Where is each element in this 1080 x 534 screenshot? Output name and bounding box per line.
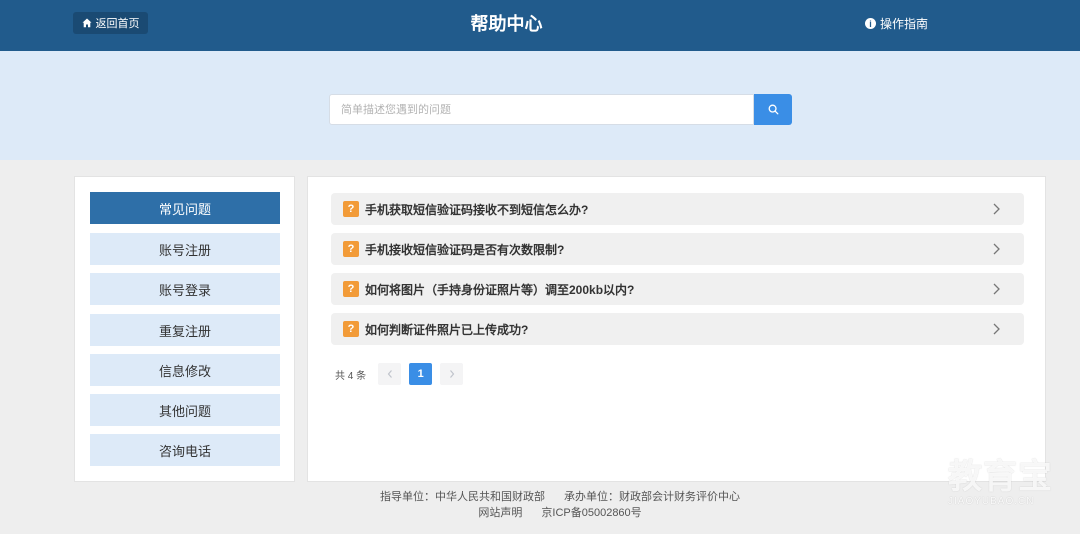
question-icon: ? [343,241,359,257]
faq-item[interactable]: ? 如何判断证件照片已上传成功? [331,313,1024,345]
sidebar-item-duplicate-register[interactable]: 重复注册 [90,314,280,346]
guide-unit-text: 指导单位：中华人民共和国财政部 [379,491,545,503]
faq-question: 如何判断证件照片已上传成功? [365,322,529,337]
faq-question: 手机接收短信验证码是否有次数限制? [365,242,565,257]
watermark-text: 教育宝 [948,458,1053,496]
chevron-right-icon [993,243,1000,255]
prev-page-button[interactable] [378,363,402,385]
faq-panel: ? 手机获取短信验证码接收不到短信怎么办? ? 手机接收短信验证码是否有次数限制… [307,176,1046,482]
search-input[interactable] [329,94,754,125]
chevron-right-icon [993,203,1000,215]
faq-question: 手机获取短信验证码接收不到短信怎么办? [365,202,589,217]
chevron-right-icon [993,323,1000,335]
sidebar-item-faq[interactable]: 常见问题 [90,192,280,224]
chevron-right-icon [449,370,454,378]
sidebar-item-hotline[interactable]: 咨询电话 [90,434,280,466]
question-icon: ? [343,281,359,297]
faq-item[interactable]: ? 手机获取短信验证码接收不到短信怎么办? [331,193,1024,225]
host-unit-text: 承办单位：财政部会计财务评价中心 [564,491,741,503]
search-icon [768,104,778,115]
search-button[interactable] [754,94,792,125]
page-footer: 指导单位：中华人民共和国财政部 承办单位：财政部会计财务评价中心 网站声明 京I… [0,489,1080,521]
sidebar-item-info-modify[interactable]: 信息修改 [90,354,280,386]
total-count: 共 4 条 [335,370,367,382]
icp-number[interactable]: 京ICP备05002860号 [541,507,641,519]
question-icon: ? [343,201,359,217]
sidebar-item-account-register[interactable]: 账号注册 [90,233,280,265]
top-header: 返回首页 帮助中心 i 操作指南 [0,0,1080,51]
operation-guide-link[interactable]: i 操作指南 [865,15,928,32]
category-sidebar: 常见问题 账号注册 账号登录 重复注册 信息修改 其他问题 咨询电话 [74,176,295,482]
chevron-left-icon [387,370,392,378]
site-statement-link[interactable]: 网站声明 [478,507,522,519]
sidebar-item-other-questions[interactable]: 其他问题 [90,394,280,426]
faq-question: 如何将图片（手持身份证照片等）调至200kb以内? [365,282,635,297]
pagination: 共 4 条 1 [335,363,471,385]
search-band [0,51,1080,160]
watermark-logo: 教育宝 JIAOYUBAO.CN [948,458,1060,518]
operation-guide-label: 操作指南 [880,17,929,31]
question-icon: ? [343,321,359,337]
sidebar-item-account-login[interactable]: 账号登录 [90,273,280,305]
page-title: 帮助中心 [470,14,543,34]
next-page-button[interactable] [440,363,464,385]
page-number-button[interactable]: 1 [409,363,433,385]
info-icon: i [865,18,876,29]
chevron-right-icon [993,283,1000,295]
watermark-domain: JIAOYUBAO.CN [948,496,1035,507]
faq-item[interactable]: ? 手机接收短信验证码是否有次数限制? [331,233,1024,265]
faq-item[interactable]: ? 如何将图片（手持身份证照片等）调至200kb以内? [331,273,1024,305]
